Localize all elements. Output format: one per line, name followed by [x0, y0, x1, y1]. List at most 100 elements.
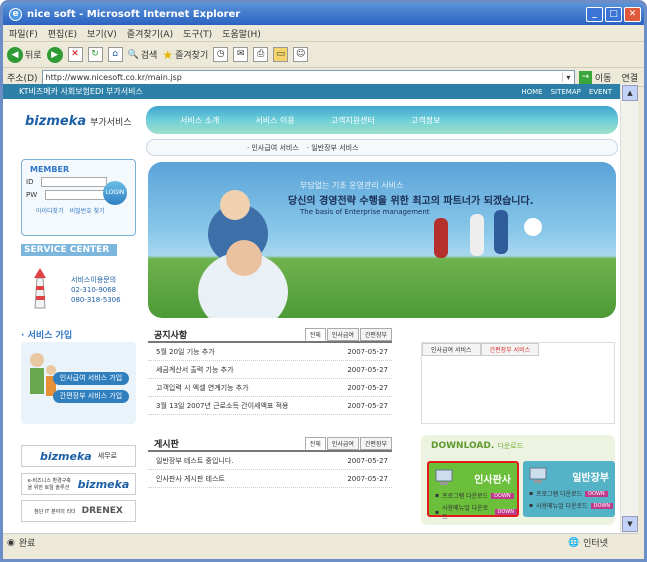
refresh-button[interactable]: ↻: [87, 47, 103, 62]
scroll-up-icon[interactable]: ▲: [622, 85, 638, 101]
gnb-support[interactable]: 고객지원센터: [331, 115, 375, 126]
find-pw-link[interactable]: 비밀번호 찾기: [70, 206, 105, 215]
download-manual-row: ▪ 사용메뉴얼 다운로드 DOWN: [435, 503, 517, 521]
home-button[interactable]: ⌂: [107, 47, 123, 62]
favorites-button[interactable]: ★ 즐겨찾기: [162, 48, 208, 62]
back-label: 뒤로: [25, 51, 42, 61]
gnb-intro[interactable]: 서비스 소개: [180, 115, 219, 126]
join-ledger-button[interactable]: 간편장부 서비스 가입: [53, 390, 129, 403]
download-name: 인사판사: [474, 475, 511, 486]
scroll-down-icon[interactable]: ▼: [622, 516, 638, 532]
subnav-ledger[interactable]: · 일반장부 서비스: [307, 143, 359, 153]
folder-button[interactable]: ▭: [273, 47, 289, 62]
top-link-sitemap[interactable]: SITEMAP: [551, 88, 581, 96]
notice-tab-payroll[interactable]: 인사급여: [326, 327, 359, 341]
favorites-label: 즐겨찾기: [175, 51, 209, 61]
print-button[interactable]: ⎙: [253, 47, 269, 62]
title-bar: e nice soft - Microsoft Internet Explore…: [3, 3, 644, 25]
notice-item[interactable]: 3월 13일 2007년 근로소득 간이세액표 적용 2007-05-27: [148, 397, 392, 415]
minimize-button[interactable]: _: [586, 6, 603, 22]
banner-brand: bizmeka: [77, 477, 130, 491]
download-manual-row: ▪ 사용메뉴얼 다운로드 DOWN: [529, 501, 614, 510]
download-insa: 인사판사 ▪ 프로그램 다운로드 DOWN ▪ 사용메뉴얼 다운로드 DOWN: [427, 461, 519, 521]
menu-favorites[interactable]: 즐겨찾기(A): [127, 27, 173, 40]
ie-logo-icon: e: [9, 7, 22, 21]
board-tab-all[interactable]: 전체: [304, 436, 326, 450]
maximize-button[interactable]: □: [605, 6, 622, 22]
banner-ebusiness[interactable]: e-비즈니스 환경구축을 위한 토탈 솔루션 bizmeka: [21, 473, 136, 495]
download-button[interactable]: DOWN: [585, 490, 608, 497]
board-item[interactable]: 인사판사 게시판 테스트 2007-05-27: [148, 470, 392, 488]
child-head: [220, 190, 250, 220]
id-input[interactable]: [41, 177, 108, 187]
gnb-customer[interactable]: 고객정보: [411, 115, 440, 126]
banner-text: 세무로: [97, 452, 118, 460]
banner-text: 첨단 IT 분야의 리더: [34, 508, 76, 515]
download-button[interactable]: DOWN: [491, 492, 514, 499]
download-panel: DOWNLOAD. 다운로드 인사판사 ▪ 프로그램 다운로드 DOWN ▪ 사용…: [421, 435, 615, 525]
mail-button[interactable]: ✉: [233, 47, 249, 62]
menu-view[interactable]: 보기(V): [87, 27, 117, 40]
hero-line-3: The basis of Enterprise management: [300, 208, 430, 216]
menu-tools[interactable]: 도구(T): [183, 27, 212, 40]
search-button[interactable]: 🔍 검색: [128, 48, 158, 62]
address-input[interactable]: http://www.nicesoft.co.kr/main.jsp ▾: [41, 69, 575, 85]
sub-nav: · 인사급여 서비스 · 일반장부 서비스: [146, 139, 618, 156]
back-button[interactable]: ◀ 뒤로: [7, 46, 42, 63]
history-button[interactable]: ◷: [213, 47, 229, 62]
vertical-scrollbar[interactable]: ▲ ▼: [620, 84, 638, 533]
download-button[interactable]: DOWN: [590, 502, 614, 509]
pw-input[interactable]: [45, 190, 112, 200]
close-button[interactable]: ✕: [624, 6, 641, 22]
global-nav: 서비스 소개 서비스 이용 고객지원센터 고객정보: [146, 106, 618, 134]
notice-item[interactable]: 고객입력 시 엑셀 연계기능 추가 2007-05-27: [148, 379, 392, 397]
links-button[interactable]: 연결: [615, 71, 644, 84]
top-link-event[interactable]: EVENT: [589, 88, 612, 96]
top-link-home[interactable]: HOME: [521, 88, 542, 96]
subnav-payroll[interactable]: · 인사급여 서비스: [247, 143, 299, 153]
member-login-box: MEMBER ID PW LOGIN 아이디찾기 비밀번호 찾기: [21, 159, 136, 236]
forward-button[interactable]: ▶: [46, 46, 63, 63]
stop-button[interactable]: ✕: [67, 47, 83, 62]
window-title: nice soft - Microsoft Internet Explorer: [27, 8, 241, 20]
site-logo[interactable]: bizmeka 부가서비스: [25, 114, 132, 129]
toolbar: ◀ 뒤로 ▶ ✕ ↻ ⌂ 🔍 검색 ★ 즐겨찾기 ◷ ✉ ⎙ ▭ ☺: [3, 42, 644, 68]
address-dropdown-icon[interactable]: ▾: [561, 72, 574, 82]
father-head: [226, 240, 262, 276]
notice-item[interactable]: 5월 20일 기능 추가 2007-05-27: [148, 343, 392, 361]
board-tab-payroll[interactable]: 인사급여: [326, 436, 359, 450]
notice-tab-all[interactable]: 전체: [304, 327, 326, 341]
login-button[interactable]: LOGIN: [103, 181, 127, 205]
rtab-ledger[interactable]: 간편장부 서비스: [480, 343, 540, 356]
menu-edit[interactable]: 편집(E): [48, 27, 77, 40]
menu-file[interactable]: 파일(F): [9, 27, 38, 40]
internet-zone-icon: 🌐: [567, 537, 580, 548]
board-item[interactable]: 일반장부 테스트 중입니다. 2007-05-27: [148, 452, 392, 470]
board-tab-ledger[interactable]: 간편장부: [359, 436, 392, 450]
menu-help[interactable]: 도움말(H): [222, 27, 261, 40]
notice-tab-ledger[interactable]: 간편장부: [359, 327, 392, 341]
banner-semuro[interactable]: bizmeka 세무로: [21, 445, 136, 467]
find-id-link[interactable]: 아이디찾기: [36, 206, 64, 215]
page-done-icon: ◉: [7, 537, 15, 548]
download-button[interactable]: DOWN: [494, 509, 517, 515]
download-program-row: ▪ 프로그램 다운로드 DOWN: [435, 491, 514, 500]
bulletin-board: 게시판 전체 인사급여 간편장부 일반장부 테스트 중입니다. 2007-05-2…: [148, 436, 392, 488]
join-box: 인사급여 서비스 가입 간편장부 서비스 가입: [21, 342, 136, 424]
id-label: ID: [26, 178, 34, 186]
go-button[interactable]: → 이동: [578, 70, 611, 84]
running-child-1: [434, 218, 448, 258]
download-program-row: ▪ 프로그램 다운로드 DOWN: [529, 489, 608, 498]
gnb-use[interactable]: 서비스 이용: [255, 115, 294, 126]
join-payroll-button[interactable]: 인사급여 서비스 가입: [53, 372, 129, 385]
messenger-button[interactable]: ☺: [293, 47, 309, 62]
phone-2: 080-318-5306: [71, 296, 121, 304]
banner-drenex[interactable]: 첨단 IT 분야의 리더 DRENEX: [21, 500, 136, 522]
banner-brand: bizmeka: [39, 449, 92, 463]
notice-item[interactable]: 세금계산서 출력 기능 추가 2007-05-27: [148, 361, 392, 379]
banner-brand: DRENEX: [81, 506, 123, 516]
zone-text: 인터넷: [583, 539, 608, 549]
rtab-payroll[interactable]: 인사급여 서비스: [422, 343, 481, 356]
search-label: 검색: [140, 51, 158, 61]
star-icon: ★: [162, 47, 174, 62]
